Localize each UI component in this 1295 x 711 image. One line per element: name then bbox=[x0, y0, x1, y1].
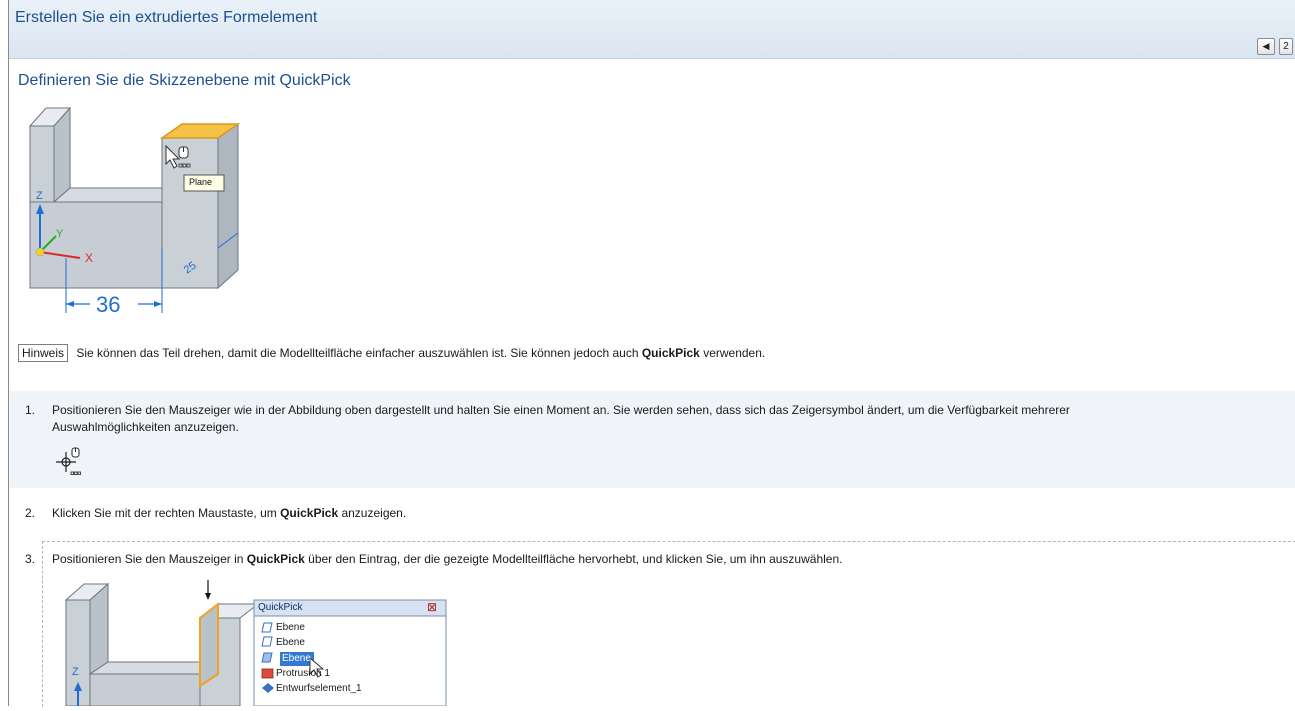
left-border bbox=[0, 0, 9, 706]
quickpick-item-4[interactable]: Protrusion 1 bbox=[276, 668, 330, 679]
step-2-text: Klicken Sie mit der rechten Maustaste, u… bbox=[52, 505, 406, 522]
step-3-text: Positionieren Sie den Mauszeiger in Quic… bbox=[52, 551, 842, 568]
quickpick-illustration: QuickPick ⊠ Ebene Ebene Ebene Protrusion… bbox=[58, 574, 458, 707]
step-1-text-line1: Positionieren Sie den Mauszeiger wie in … bbox=[52, 403, 1070, 417]
step-3-text-after: über den Eintrag, der die gezeigte Model… bbox=[304, 552, 843, 566]
axis-x-label: X bbox=[85, 251, 94, 265]
close-icon[interactable]: ⊠ bbox=[427, 600, 437, 614]
section-heading: Definieren Sie die Skizzenebene mit Quic… bbox=[18, 72, 351, 89]
page-title: Erstellen Sie ein extrudiertes Formeleme… bbox=[15, 9, 318, 26]
previous-page-button[interactable]: ◀ bbox=[1257, 38, 1275, 55]
step-2-text-before: Klicken Sie mit der rechten Maustaste, u… bbox=[52, 506, 281, 520]
quickpick-item-2[interactable]: Ebene bbox=[276, 637, 305, 648]
step-3-text-before: Positionieren Sie den Mauszeiger in bbox=[52, 552, 247, 566]
axis-z-label: Z bbox=[36, 190, 43, 202]
axis-y-label: Y bbox=[56, 228, 64, 240]
hint-text-before: Sie können das Teil drehen, damit die Mo… bbox=[73, 346, 642, 360]
dimension-36: 36 bbox=[96, 292, 121, 317]
tooltip-plane: Plane bbox=[189, 177, 213, 187]
step-2-number: 2. bbox=[25, 506, 36, 520]
axis-z-label-2: Z bbox=[72, 666, 79, 678]
highlighted-side-face bbox=[199, 601, 219, 688]
step-2-bold: QuickPick bbox=[280, 506, 339, 520]
page-nav: ◀ 2 bbox=[1257, 38, 1293, 55]
quickpick-item-1[interactable]: Ebene bbox=[276, 622, 305, 633]
hint-row: Hinweis Sie können das Teil drehen, dami… bbox=[18, 344, 765, 362]
step-3-bold: QuickPick bbox=[246, 552, 305, 566]
hint-bold: QuickPick bbox=[641, 346, 700, 360]
header-bar: Erstellen Sie ein extrudiertes Formeleme… bbox=[9, 0, 1295, 59]
hint-label: Hinweis bbox=[18, 344, 69, 362]
quickpick-dialog-title: QuickPick bbox=[258, 602, 303, 613]
part-illustration: Plane Z Y X 36 25 bbox=[18, 98, 250, 324]
page-2-button[interactable]: 2 bbox=[1279, 38, 1293, 55]
hint-text-after: verwenden. bbox=[699, 346, 766, 360]
step-1-text-line2: Auswahlmöglichkeiten anzuzeigen. bbox=[52, 420, 239, 434]
quickpick-item-3-selected[interactable]: Ebene bbox=[282, 653, 311, 664]
quickpick-item-5[interactable]: Entwurfselement_1 bbox=[276, 683, 362, 694]
quickpick-cursor-icon bbox=[52, 446, 88, 478]
step-2-text-after: anzuzeigen. bbox=[338, 506, 407, 520]
step-1-number: 1. bbox=[25, 403, 36, 417]
step-3-number: 3. bbox=[25, 552, 36, 566]
